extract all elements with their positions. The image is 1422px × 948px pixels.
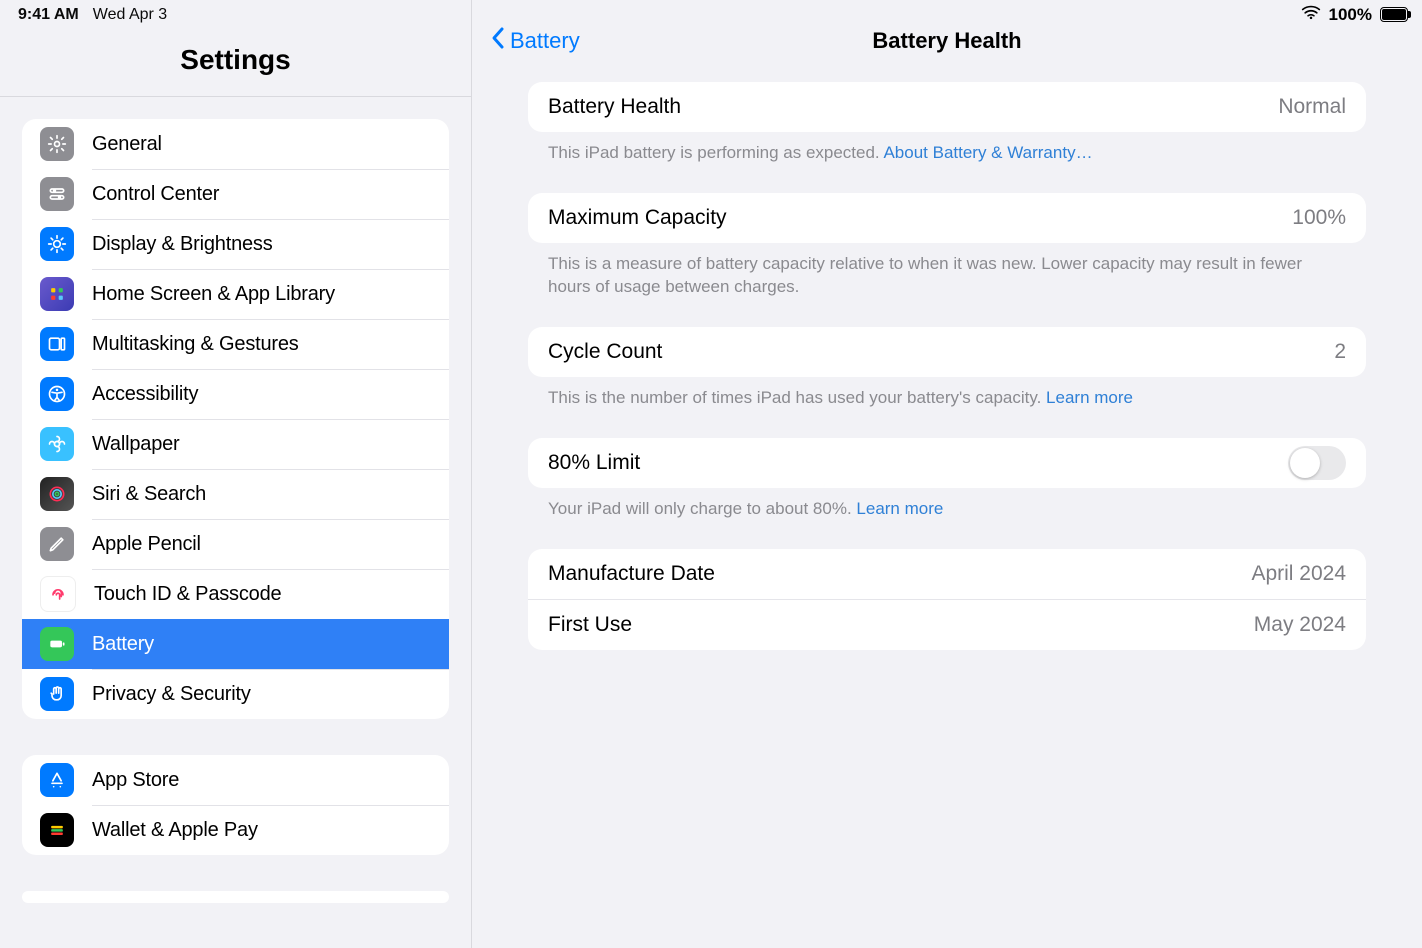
row-label: First Use [548,613,632,637]
multitask-icon [40,327,74,361]
sidebar-item-siri[interactable]: Siri & Search [22,469,449,519]
wallet-icon [40,813,74,847]
sidebar-item-label: General [92,133,162,156]
sidebar-panel: 9:41 AM Wed Apr 3 Settings General Contr… [0,0,472,948]
card-cycle-count: Cycle Count 2 [528,327,1366,377]
sidebar-item-label: Control Center [92,183,219,206]
row-value: 100% [1292,206,1346,230]
row-80-limit: 80% Limit [528,438,1366,488]
status-time: 9:41 AM [18,6,79,24]
sidebar-item-label: Battery [92,633,154,656]
footer-text: This is the number of times iPad has use… [548,388,1046,407]
footer-text: Your iPad will only charge to about 80%. [548,499,856,518]
sidebar-item-apple-pencil[interactable]: Apple Pencil [22,519,449,569]
pencil-icon [40,527,74,561]
card-max-capacity: Maximum Capacity 100% [528,193,1366,243]
siri-icon [40,477,74,511]
footer-cycle-count: This is the number of times iPad has use… [528,377,1366,438]
status-date: Wed Apr 3 [93,6,167,24]
sidebar-item-label: Home Screen & App Library [92,283,335,306]
sidebar-item-label: App Store [92,769,179,792]
sidebar-item-label: Apple Pencil [92,533,201,556]
detail-header: Battery Battery Health [472,0,1422,82]
sidebar-title: Settings [0,30,471,97]
sidebar-item-general[interactable]: General [22,119,449,169]
sidebar-item-display[interactable]: Display & Brightness [22,219,449,269]
sidebar-scroll: General Control Center Display & Brightn… [0,97,471,948]
gear-icon [40,127,74,161]
sidebar-item-label: Accessibility [92,383,198,406]
back-button[interactable]: Battery [490,26,580,56]
footer-text: This is a measure of battery capacity re… [548,254,1302,296]
footer-battery-health: This iPad battery is performing as expec… [528,132,1366,193]
sidebar-item-privacy[interactable]: Privacy & Security [22,669,449,719]
sidebar-item-touch-id[interactable]: Touch ID & Passcode [22,569,449,619]
link-learn-more-limit[interactable]: Learn more [856,499,943,518]
sidebar-item-label: Privacy & Security [92,683,251,706]
row-battery-health[interactable]: Battery Health Normal [528,82,1366,132]
status-bar: 9:41 AM Wed Apr 3 [0,0,471,30]
sidebar-item-label: Display & Brightness [92,233,273,256]
sidebar-item-wallet[interactable]: Wallet & Apple Pay [22,805,449,855]
sidebar-item-home-screen[interactable]: Home Screen & App Library [22,269,449,319]
row-label: Cycle Count [548,340,662,364]
sidebar-item-battery[interactable]: Battery [22,619,449,669]
row-max-capacity[interactable]: Maximum Capacity 100% [528,193,1366,243]
sun-icon [40,227,74,261]
footer-80-limit: Your iPad will only charge to about 80%.… [528,488,1366,549]
sidebar-item-multitasking[interactable]: Multitasking & Gestures [22,319,449,369]
card-80-limit: 80% Limit [528,438,1366,488]
row-value: May 2024 [1254,613,1346,637]
hand-icon [40,677,74,711]
detail-title: Battery Health [472,28,1422,54]
sidebar-group-main: General Control Center Display & Brightn… [22,119,449,719]
accessibility-icon [40,377,74,411]
back-label: Battery [510,28,580,54]
chevron-left-icon [490,26,506,56]
footer-text: This iPad battery is performing as expec… [548,143,883,162]
sidebar-item-label: Touch ID & Passcode [94,583,281,606]
card-dates: Manufacture Date April 2024 First Use Ma… [528,549,1366,650]
row-label: Manufacture Date [548,562,715,586]
app-store-icon [40,763,74,797]
card-battery-health: Battery Health Normal [528,82,1366,132]
row-cycle-count[interactable]: Cycle Count 2 [528,327,1366,377]
app-root: 9:41 AM Wed Apr 3 Settings General Contr… [0,0,1422,948]
link-learn-more-cycle[interactable]: Learn more [1046,388,1133,407]
link-about-battery-warranty[interactable]: About Battery & Warranty… [883,143,1092,162]
row-value: 2 [1334,340,1346,364]
sidebar-item-wallpaper[interactable]: Wallpaper [22,419,449,469]
sidebar-item-label: Multitasking & Gestures [92,333,299,356]
sidebar-item-label: Wallet & Apple Pay [92,819,258,842]
flower-icon [40,427,74,461]
sidebar-group-peek [22,891,449,903]
row-value: April 2024 [1251,562,1346,586]
battery-icon [40,627,74,661]
sidebar-group-store: App Store Wallet & Apple Pay [22,755,449,855]
footer-max-capacity: This is a measure of battery capacity re… [528,243,1366,327]
row-label: Maximum Capacity [548,206,727,230]
sidebar-item-accessibility[interactable]: Accessibility [22,369,449,419]
row-label: Battery Health [548,95,681,119]
detail-panel: 100% Battery Battery Health Battery Heal… [472,0,1422,948]
row-value: Normal [1278,95,1346,119]
toggle-80-limit[interactable] [1288,446,1346,480]
sliders-icon [40,177,74,211]
sidebar-item-app-store[interactable]: App Store [22,755,449,805]
sidebar-item-label: Wallpaper [92,433,180,456]
sidebar-item-control-center[interactable]: Control Center [22,169,449,219]
row-label: 80% Limit [548,451,640,475]
row-first-use[interactable]: First Use May 2024 [528,599,1366,650]
detail-body: Battery Health Normal This iPad battery … [472,82,1422,650]
sidebar-item-label: Siri & Search [92,483,206,506]
grid-icon [40,277,74,311]
fingerprint-icon [40,576,76,612]
row-manufacture-date[interactable]: Manufacture Date April 2024 [528,549,1366,599]
